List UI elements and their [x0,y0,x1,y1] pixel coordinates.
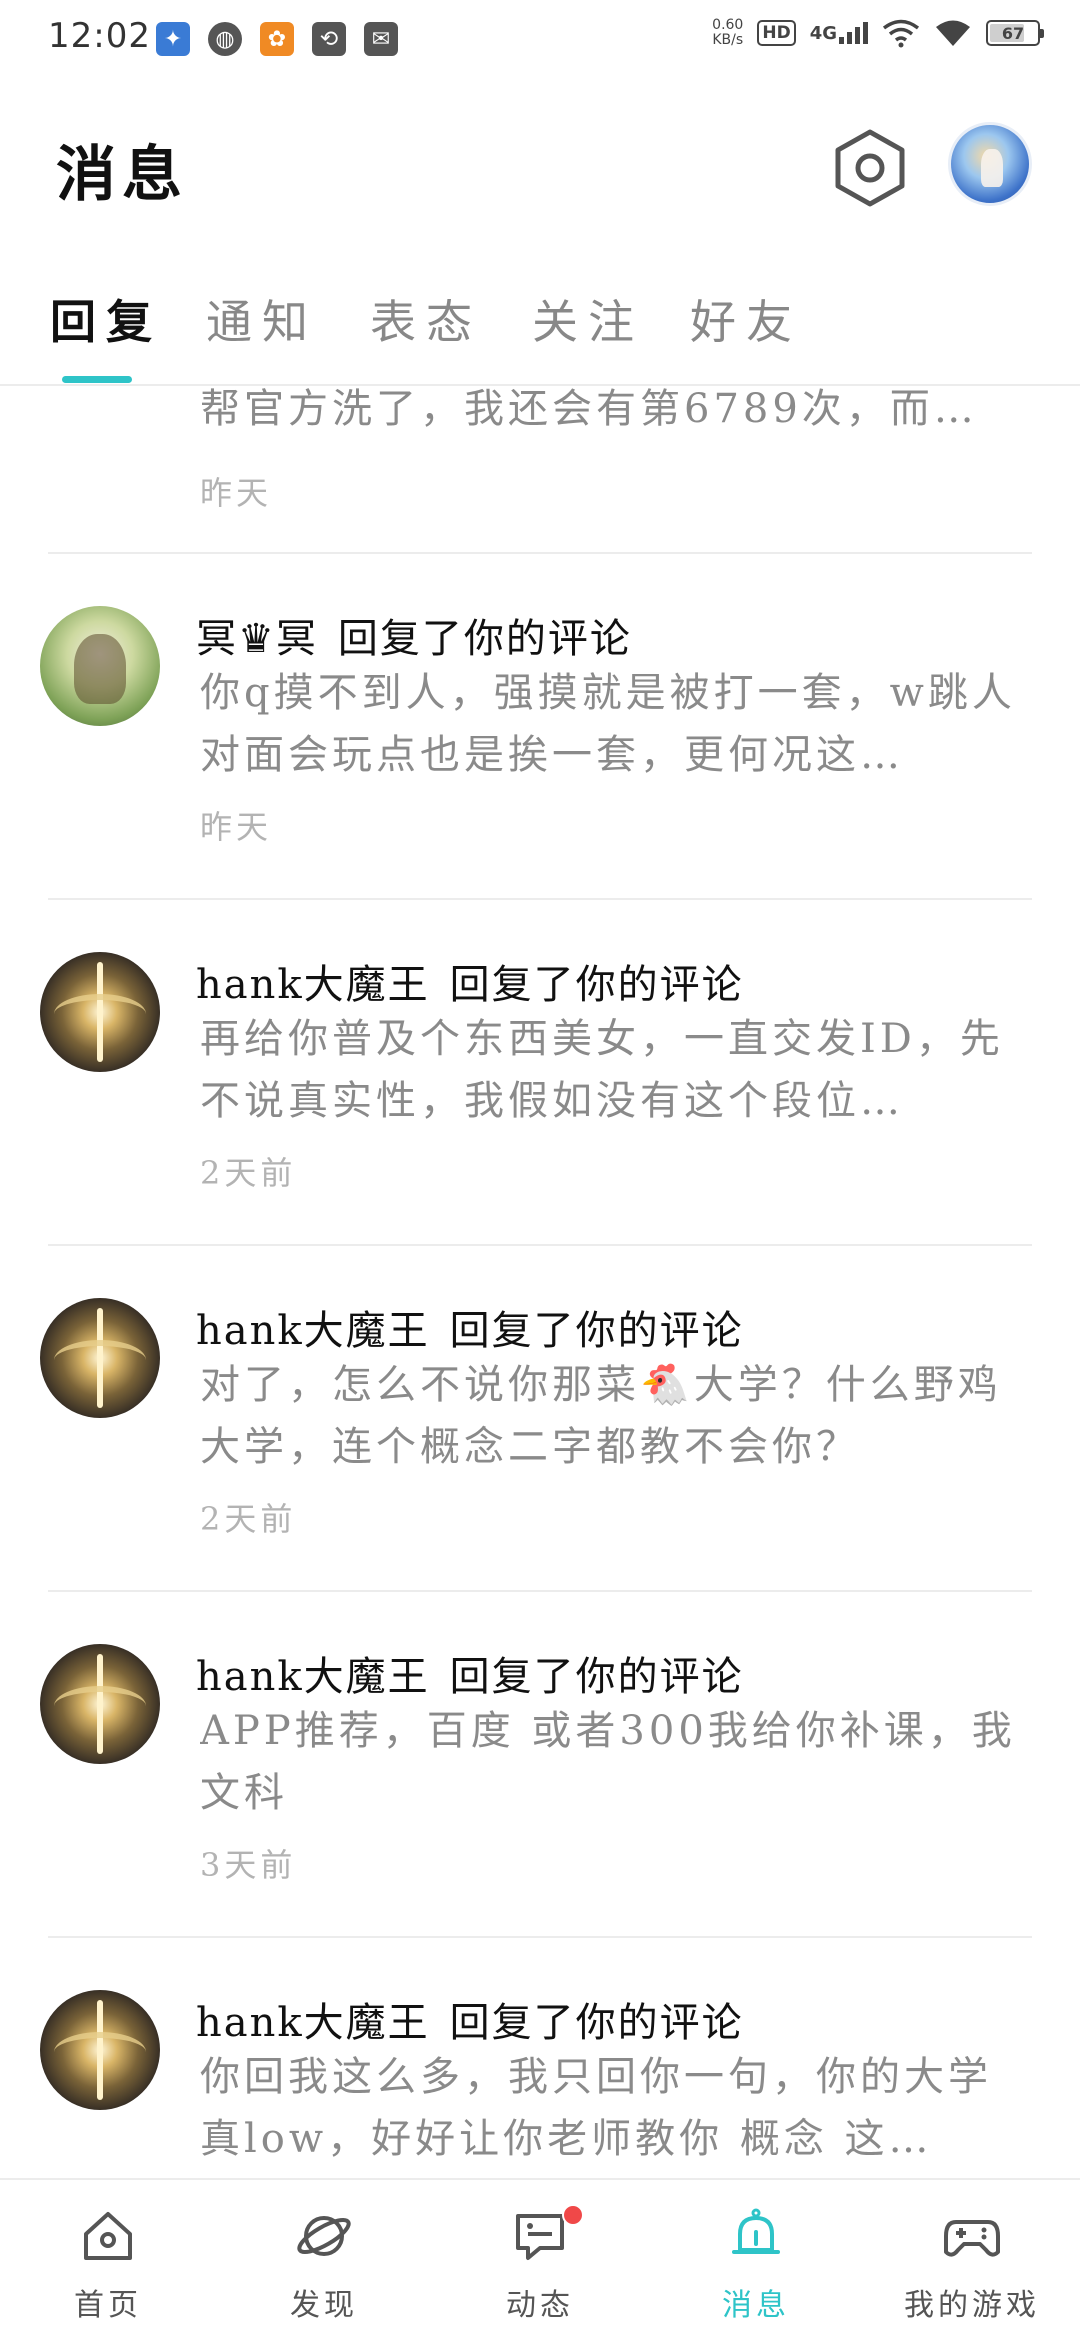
net-speed: 0.60 KB/s [712,18,743,48]
gamepad-icon [944,2220,1000,2257]
list-item[interactable]: hank大魔王 回复了你的评论 你回我这么多，我只回你一句，你的大学真low，好好… [0,1938,1080,2178]
message-time: 昨天 [200,474,273,512]
cellular-signal-icon: 4G [810,22,868,44]
sender-name[interactable]: hank大魔王 [196,2000,430,2046]
net-speed-unit: KB/s [712,32,744,48]
message-list[interactable]: 帮官方洗了，我还会有第6789次，而… 昨天 冥♛冥 回复了你的评论 你q摸不到人… [0,388,1080,2178]
reply-action: 回复了你的评论 [449,1308,744,1354]
nav-discover[interactable]: 发现 [216,2180,432,2340]
game-app-notification-icon: ✦ [156,22,190,56]
nav-home[interactable]: 首页 [0,2180,216,2340]
nav-label: 发现 [290,2288,358,2323]
message-preview: 再给你普及个东西美女，一直交发ID，先不说真实性，我假如没有这个段位… [200,1016,1004,1124]
active-tab-indicator [62,376,132,383]
reply-action: 回复了你的评论 [449,1654,744,1700]
mail-icon: ✉ [364,22,398,56]
avatar[interactable] [40,606,160,726]
status-bar: 12:02 ✦ ◍ ✿ ⟲ ✉ 0.60 KB/s HD 4G 67 [0,0,1080,80]
app-notification-icon: ✿ [260,22,294,56]
hd-icon: HD [757,20,796,46]
tab-reply[interactable]: 回复 [50,286,162,352]
avatar[interactable] [40,1298,160,1418]
system-status-icons: 0.60 KB/s HD 4G 67 [712,18,1044,48]
network-type: 4G [809,23,837,44]
nav-label: 首页 [74,2288,142,2323]
message-time: 3天前 [200,1846,297,1884]
message-title: hank大魔王 回复了你的评论 [196,952,744,1010]
nav-label: 动态 [506,2288,574,2323]
tab-notifications[interactable]: 通知 [206,286,318,352]
list-item[interactable]: hank大魔王 回复了你的评论 对了，怎么不说你那菜🐔大学？什么野鸡大学，连个概念… [0,1246,1080,1592]
message-preview: APP推荐，百度 或者300我给你补课，我文科 [200,1708,1016,1816]
page-title: 消息 [56,140,188,210]
avatar[interactable] [40,952,160,1072]
message-time: 昨天 [200,808,273,846]
page-header: 消息 [0,100,1080,240]
message-title: hank大魔王 回复了你的评论 [196,1990,744,2048]
settings-button[interactable] [830,126,910,210]
message-preview: 你q摸不到人，强摸就是被打一套，w跳人对面会玩点也是挨一套，更何况这… [200,670,1016,778]
user-avatar[interactable] [948,122,1032,206]
notification-icons: ✦ ◍ ✿ ⟲ ✉ [156,22,398,56]
tab-friends[interactable]: 好友 [690,286,802,352]
bell-icon [732,2208,780,2254]
message-title: hank大魔王 回复了你的评论 [196,1298,744,1356]
battery-level: 67 [1001,23,1025,43]
tab-follows[interactable]: 关注 [532,286,644,352]
list-item[interactable]: hank大魔王 回复了你的评论 再给你普及个东西美女，一直交发ID，先不说真实性，… [0,900,1080,1246]
message-preview: 对了，怎么不说你那菜🐔大学？什么野鸡大学，连个概念二字都教不会你？ [200,1362,1002,1470]
globe-icon: ◍ [208,22,242,56]
home-icon [84,2212,132,2260]
message-preview: 你回我这么多，我只回你一句，你的大学真low，好好让你老师教你 概念 这… [200,2054,992,2162]
message-time: 2天前 [200,1154,297,1192]
avatar[interactable] [40,1990,160,2110]
message-preview: 帮官方洗了，我还会有第6789次，而… [200,388,978,432]
nav-messages[interactable]: 消息 [648,2180,864,2340]
wifi-calling-icon [882,19,920,48]
chat-icon [516,2214,564,2260]
hexagon-settings-icon [835,129,905,207]
message-title: 冥♛冥 回复了你的评论 [196,606,632,664]
message-title: hank大魔王 回复了你的评论 [196,1644,744,1702]
notification-badge [562,2204,584,2226]
message-time: 2天前 [200,1500,297,1538]
sender-name[interactable]: hank大魔王 [196,1654,430,1700]
avatar[interactable] [40,1644,160,1764]
tab-reactions[interactable]: 表态 [370,286,482,352]
message-tabs: 回复 通知 表态 关注 好友 [0,270,1080,386]
reply-action: 回复了你的评论 [337,616,632,662]
net-speed-value: 0.60 [712,17,744,33]
bottom-navigation: 首页 发现 动态 消息 我的游戏 [0,2178,1080,2340]
nav-label: 我的游戏 [904,2288,1040,2323]
list-item[interactable]: hank大魔王 回复了你的评论 APP推荐，百度 或者300我给你补课，我文科 3… [0,1592,1080,1938]
sender-name[interactable]: hank大魔王 [196,1308,430,1354]
nav-label: 消息 [722,2288,790,2323]
battery-icon: 67 [986,20,1044,46]
nav-my-games[interactable]: 我的游戏 [864,2180,1080,2340]
sync-icon: ⟲ [312,22,346,56]
planet-icon [297,2216,351,2256]
reply-action: 回复了你的评论 [449,962,744,1008]
status-time: 12:02 [48,16,151,56]
sender-name[interactable]: hank大魔王 [196,962,430,1008]
list-item[interactable]: 冥♛冥 回复了你的评论 你q摸不到人，强摸就是被打一套，w跳人对面会玩点也是挨一套… [0,554,1080,900]
list-item[interactable]: 帮官方洗了，我还会有第6789次，而… 昨天 [0,388,1080,554]
nav-feed[interactable]: 动态 [432,2180,648,2340]
wifi-icon [936,20,970,46]
sender-name[interactable]: 冥♛冥 [196,616,318,662]
reply-action: 回复了你的评论 [449,2000,744,2046]
